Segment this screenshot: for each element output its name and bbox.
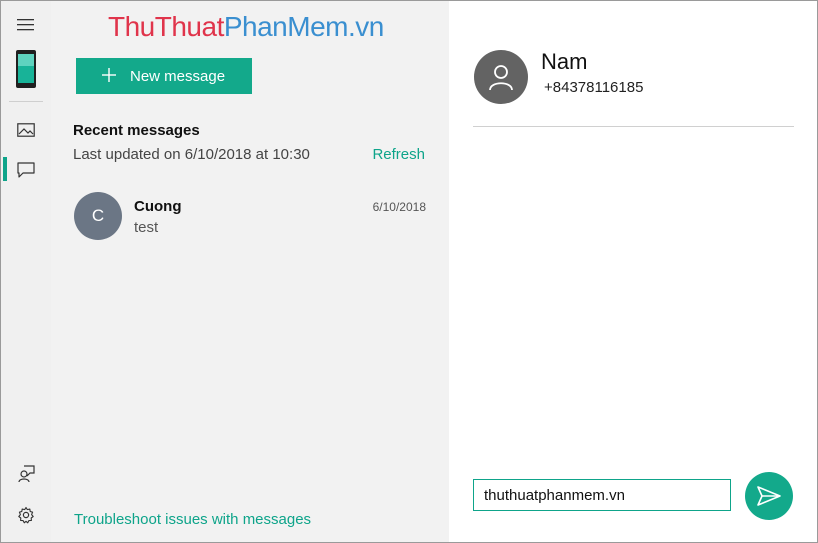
gear-icon[interactable] (14, 503, 38, 527)
message-compose-input[interactable] (473, 479, 731, 511)
watermark-part: Thu (108, 11, 155, 42)
contact-number: +84378116185 (544, 79, 644, 96)
avatar: C (74, 192, 122, 240)
active-indicator (3, 157, 7, 181)
messages-list-pane: New message Recent messages Last updated… (51, 1, 449, 542)
conversation-name: Cuong (134, 198, 182, 215)
watermark-part: Phan (223, 11, 288, 42)
hamburger-menu-icon[interactable] (14, 13, 38, 37)
troubleshoot-link[interactable]: Troubleshoot issues with messages (74, 511, 311, 528)
photos-icon[interactable] (14, 118, 38, 142)
conversation-pane: Nam +84378116185 (449, 1, 817, 542)
new-message-label: New message (130, 67, 226, 85)
plus-icon (101, 66, 121, 86)
send-button[interactable] (745, 472, 793, 520)
conversation-date: 6/10/2018 (372, 200, 426, 214)
app-window: New message Recent messages Last updated… (0, 0, 818, 543)
person-icon (489, 65, 513, 91)
contact-avatar (474, 50, 528, 104)
rail-divider (9, 101, 43, 102)
watermark-part: .vn (348, 11, 384, 42)
nav-rail (1, 1, 51, 542)
watermark-part: Mem (287, 11, 348, 42)
phone-icon[interactable] (13, 47, 39, 91)
last-updated-text: Last updated on 6/10/2018 at 10:30 (73, 146, 310, 163)
messages-icon[interactable] (14, 158, 38, 182)
contact-name: Nam (541, 49, 588, 74)
recent-messages-heading: Recent messages (73, 122, 200, 139)
refresh-link[interactable]: Refresh (372, 146, 425, 163)
header-divider (473, 126, 794, 127)
watermark-part: Thuat (154, 11, 225, 42)
send-icon (757, 486, 781, 506)
conversation-item[interactable]: C Cuong test 6/10/2018 (73, 189, 427, 243)
watermark-logo: ThuThuatPhanMem.vn (108, 11, 384, 43)
new-message-button[interactable]: New message (76, 58, 252, 94)
feedback-icon[interactable] (14, 462, 38, 486)
conversation-snippet: test (134, 219, 159, 236)
